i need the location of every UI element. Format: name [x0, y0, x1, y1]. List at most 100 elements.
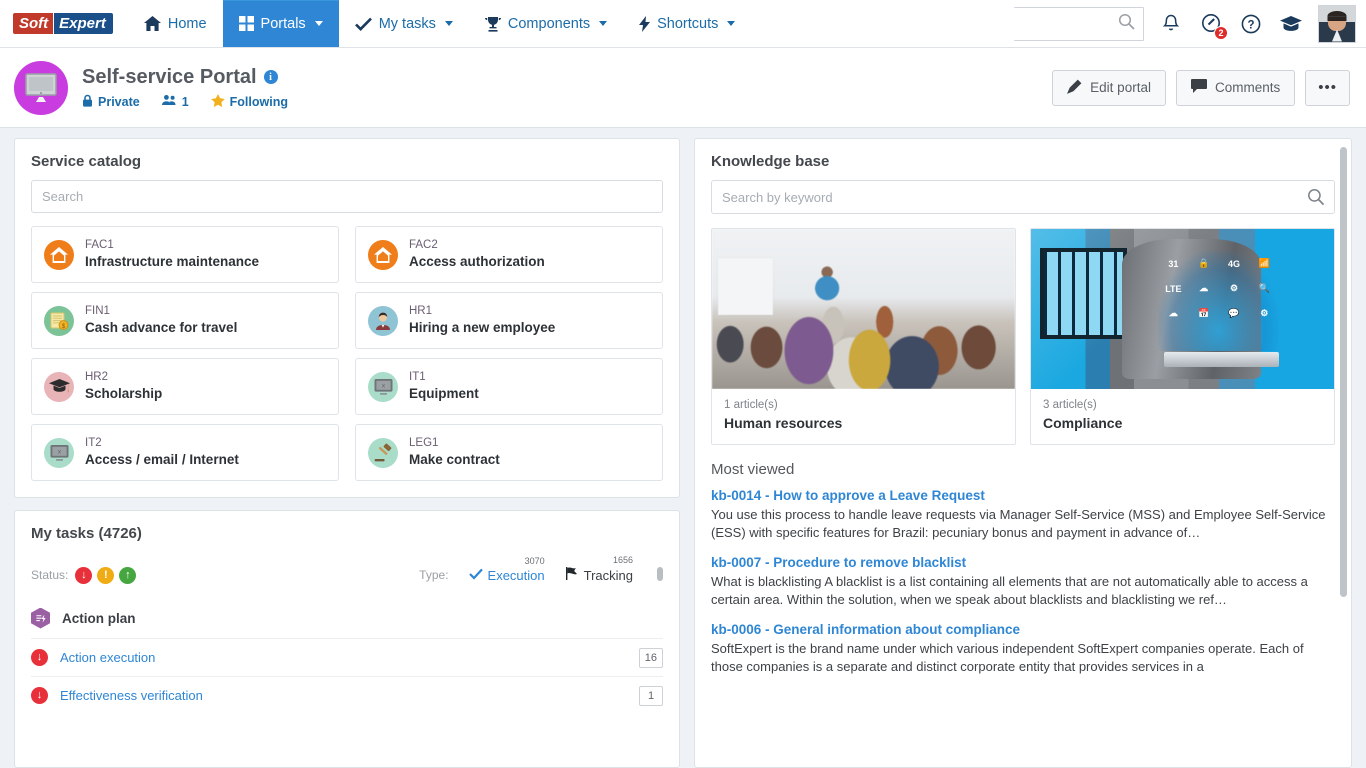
chevron-down-icon [599, 21, 608, 26]
service-catalog-item-it1[interactable]: x IT1 Equipment [355, 358, 663, 415]
type-filter-execution[interactable]: 3070 Execution [468, 556, 545, 583]
nav-item-my-tasks-label: My tasks [378, 15, 436, 32]
service-item-name: Access / email / Internet [85, 451, 239, 467]
pencil-icon [1067, 79, 1082, 97]
knowledge-base-category-card[interactable]: 31 🔒 4G 📶 LTE ☁ ⚙ 🔍 ☁ 📅 💬 ⚙ 3 article(s) Compliance [1030, 228, 1335, 445]
right-column: Knowledge base 1 article(s) Human resourc… [694, 138, 1352, 768]
portal-meta: Private 1 Following [82, 93, 288, 110]
search-icon[interactable] [1118, 13, 1135, 35]
graduation-icon [44, 371, 74, 402]
nav-item-portals[interactable]: Portals [222, 0, 339, 47]
comments-button[interactable]: Comments [1175, 69, 1296, 106]
bolt-icon [639, 15, 651, 32]
status-dot-glyph: ↑ [125, 568, 131, 581]
knowledge-base-scrollbar[interactable] [1340, 147, 1347, 597]
task-row-name: Effectiveness verification [60, 688, 203, 703]
svg-text:?: ? [1247, 19, 1254, 31]
nav-item-components[interactable]: Components [469, 0, 623, 47]
article-excerpt: You use this process to handle leave req… [711, 507, 1326, 540]
info-icon[interactable]: i [263, 70, 278, 84]
article-title[interactable]: kb-0006 - General information about comp… [711, 622, 1335, 637]
service-item-code: IT2 [85, 436, 102, 449]
portal-members-count: 1 [181, 94, 189, 109]
category-article-count: 1 article(s) [724, 399, 778, 411]
global-search[interactable] [934, 6, 1144, 41]
knowledge-base-search [711, 180, 1335, 214]
portal-members[interactable]: 1 [161, 94, 189, 109]
knowledge-base-article[interactable]: kb-0014 - How to approve a Leave Request… [711, 488, 1335, 542]
task-row[interactable]: ↓ Action execution 16 [31, 638, 663, 676]
knowledge-base-article[interactable]: kb-0007 - Procedure to remove blacklist W… [711, 555, 1335, 609]
service-catalog-card: Service catalog FAC1 Infrastructure maint… [14, 138, 680, 498]
service-item-code: LEG1 [409, 436, 439, 449]
nav-item-portals-label: Portals [260, 15, 306, 32]
user-avatar[interactable] [1318, 4, 1356, 43]
comment-icon [1190, 79, 1207, 96]
article-title[interactable]: kb-0014 - How to approve a Leave Request [711, 488, 1335, 503]
global-search-input[interactable] [934, 7, 1118, 40]
knowledge-base-body: 1 article(s) Human resources 31🔒4G📶LTE☁⚙🔍☁… [695, 180, 1351, 766]
status-dot-due-soon[interactable]: ! [97, 566, 115, 584]
notifications-button[interactable] [1158, 11, 1184, 37]
portal-following[interactable]: Following [210, 93, 288, 110]
most-viewed-articles: kb-0014 - How to approve a Leave Request… [711, 488, 1335, 676]
nav-item-home-label: Home [167, 15, 207, 32]
edit-portal-button[interactable]: Edit portal [1052, 69, 1166, 106]
article-title[interactable]: kb-0007 - Procedure to remove blacklist [711, 555, 1335, 570]
status-dot-on-time[interactable]: ↑ [119, 566, 137, 584]
service-item-name: Equipment [409, 385, 479, 401]
grid-icon [238, 16, 254, 31]
article-excerpt: SoftExpert is the brand name under which… [711, 640, 1304, 674]
monitor-icon: x [44, 437, 74, 468]
nav-item-shortcuts-label: Shortcuts [657, 15, 719, 32]
star-icon [210, 93, 225, 110]
service-item-code: HR2 [85, 370, 109, 383]
knowledge-base-search-input[interactable] [711, 180, 1335, 214]
service-catalog-item-it2[interactable]: x IT2 Access / email / Internet [31, 424, 339, 481]
my-tasks-title: My tasks (4726) [31, 525, 142, 542]
edit-portal-label: Edit portal [1090, 80, 1151, 95]
lock-icon [82, 94, 93, 110]
task-row[interactable]: ↓ Effectiveness verification 1 [31, 676, 663, 714]
service-item-code: FAC1 [85, 238, 114, 251]
nav-item-shortcuts[interactable]: Shortcuts [623, 0, 751, 47]
service-catalog-item-hr1[interactable]: HR1 Hiring a new employee [355, 292, 663, 349]
knowledge-base-category-card[interactable]: 1 article(s) Human resources [711, 228, 1016, 445]
service-catalog-item-fin1[interactable]: $ FIN1 Cash advance for travel [31, 292, 339, 349]
article-excerpt: What is blacklisting A blacklist is a li… [711, 573, 1308, 607]
support-button[interactable]: 2 [1198, 11, 1228, 40]
category-thumbnail: 31 🔒 4G 📶 LTE ☁ ⚙ 🔍 ☁ 📅 💬 ⚙ [1031, 229, 1334, 389]
knowledge-base-categories: 1 article(s) Human resources 31 🔒 4G 📶 LTE ☁ ⚙ 🔍 ☁… [711, 228, 1335, 445]
task-row-count: 1 [639, 685, 663, 706]
service-item-name: Access authorization [409, 253, 545, 269]
portal-header-actions: Edit portal Comments ••• [1052, 69, 1350, 106]
service-catalog-item-fac1[interactable]: FAC1 Infrastructure maintenance [31, 226, 339, 283]
knowledge-base-article[interactable]: kb-0006 - General information about comp… [711, 622, 1335, 676]
service-catalog-search-input[interactable] [31, 180, 663, 213]
home-icon [143, 16, 161, 31]
invoice-icon: $ [44, 305, 74, 336]
knowledge-base-card: Knowledge base 1 article(s) Human resourc… [694, 138, 1352, 768]
status-dot-overdue[interactable]: ↓ [75, 566, 93, 584]
status-dot-glyph: ! [104, 568, 108, 581]
portal-visibility: Private [82, 94, 140, 110]
academy-button[interactable] [1278, 11, 1304, 37]
type-execution-label: Execution [487, 568, 545, 583]
service-catalog-item-leg1[interactable]: LEG1 Make contract [355, 424, 663, 481]
service-item-name: Infrastructure maintenance [85, 253, 260, 269]
service-catalog-item-hr2[interactable]: HR2 Scholarship [31, 358, 339, 415]
help-button[interactable]: ? [1238, 11, 1264, 37]
service-catalog-item-fac2[interactable]: FAC2 Access authorization [355, 226, 663, 283]
service-item-name: Scholarship [85, 385, 163, 401]
type-filter-tracking[interactable]: 1656 Tracking [565, 555, 633, 583]
top-nav-right-actions: 2 ? [934, 0, 1366, 47]
task-list-scrollbar[interactable] [657, 567, 663, 581]
search-icon[interactable] [1307, 188, 1325, 211]
softexpert-logo[interactable]: Soft Expert [0, 0, 128, 47]
service-item-name: Make contract [409, 451, 500, 467]
nav-item-my-tasks[interactable]: My tasks [339, 0, 469, 47]
task-group-header[interactable]: Action plan [31, 598, 663, 638]
more-options-button[interactable]: ••• [1305, 69, 1350, 106]
nav-item-home[interactable]: Home [128, 0, 223, 47]
status-filter-dots: ↓! ↑ [75, 566, 141, 584]
